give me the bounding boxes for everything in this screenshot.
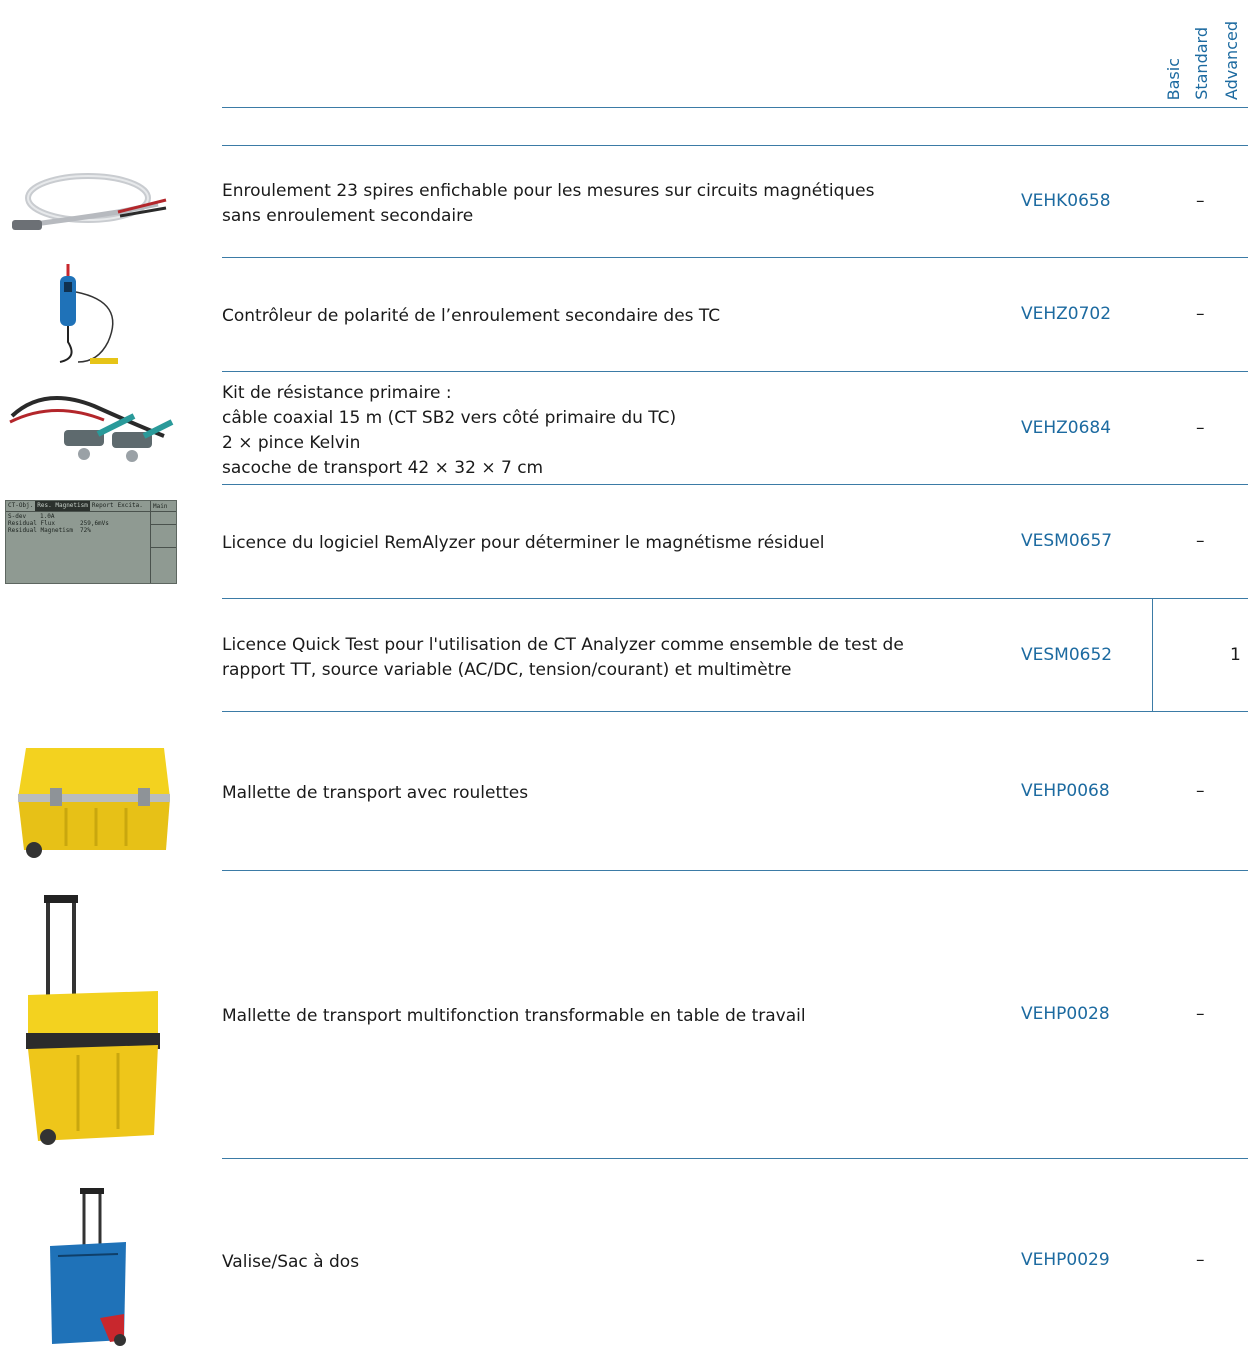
column-header-advanced: Advanced <box>1222 20 1241 100</box>
transport-case-image <box>18 748 170 858</box>
column-header-standard: Standard <box>1192 27 1211 100</box>
rule-top <box>222 145 1248 146</box>
column-header-basic: Basic <box>1164 57 1183 100</box>
kelvin-clamp-kit-image <box>9 396 174 462</box>
cable-coil-image <box>12 173 167 230</box>
item-description: Kit de résistance primaire : câble coaxi… <box>222 383 677 478</box>
rule-3 <box>222 484 1248 485</box>
order-code: VESM0652 <box>1021 645 1113 665</box>
availability-mark: 1 <box>1230 645 1241 665</box>
order-code: VEHP0029 <box>1021 1250 1110 1270</box>
item-description: Licence Quick Test pour l'utilisation de… <box>222 635 904 680</box>
availability-mark: – <box>1196 1004 1205 1024</box>
rule-2 <box>222 371 1248 372</box>
remalyzer-screen-image: CT-Obj. Res. Magnetism Report Excita. Ma… <box>5 500 177 584</box>
column-divider <box>1152 598 1153 711</box>
order-code: VEHP0028 <box>1021 1004 1110 1024</box>
rule-4 <box>222 598 1248 599</box>
item-description: Mallette de transport multifonction tran… <box>222 1006 806 1026</box>
rule-1 <box>222 257 1248 258</box>
rule-5 <box>222 711 1248 712</box>
item-description: Mallette de transport avec roulettes <box>222 783 529 803</box>
availability-mark: – <box>1196 418 1205 438</box>
order-code: VEHZ0702 <box>1021 304 1112 324</box>
item-description: Contrôleur de polarité de l’enroulement … <box>222 306 721 326</box>
order-code: VESM0657 <box>1021 531 1113 551</box>
availability-mark: – <box>1196 1250 1205 1270</box>
availability-mark: – <box>1196 531 1205 551</box>
availability-mark: – <box>1196 781 1205 801</box>
item-description: Licence du logiciel RemAlyzer pour déter… <box>222 533 825 553</box>
availability-mark: – <box>1196 304 1205 324</box>
rule-7 <box>222 1158 1248 1159</box>
order-code: VEHK0658 <box>1021 191 1111 211</box>
trolley-case-image <box>26 895 160 1145</box>
availability-mark: – <box>1196 191 1205 211</box>
item-description: Enroulement 23 spires enfichable pour le… <box>222 181 875 226</box>
rule-header <box>222 107 1248 108</box>
rule-6 <box>222 870 1248 871</box>
backpack-trolley-image <box>50 1188 126 1346</box>
order-code: VEHZ0684 <box>1021 418 1112 438</box>
polarity-checker-image <box>59 264 118 364</box>
order-code: VEHP0068 <box>1021 781 1110 801</box>
item-description: Valise/Sac à dos <box>222 1252 360 1272</box>
